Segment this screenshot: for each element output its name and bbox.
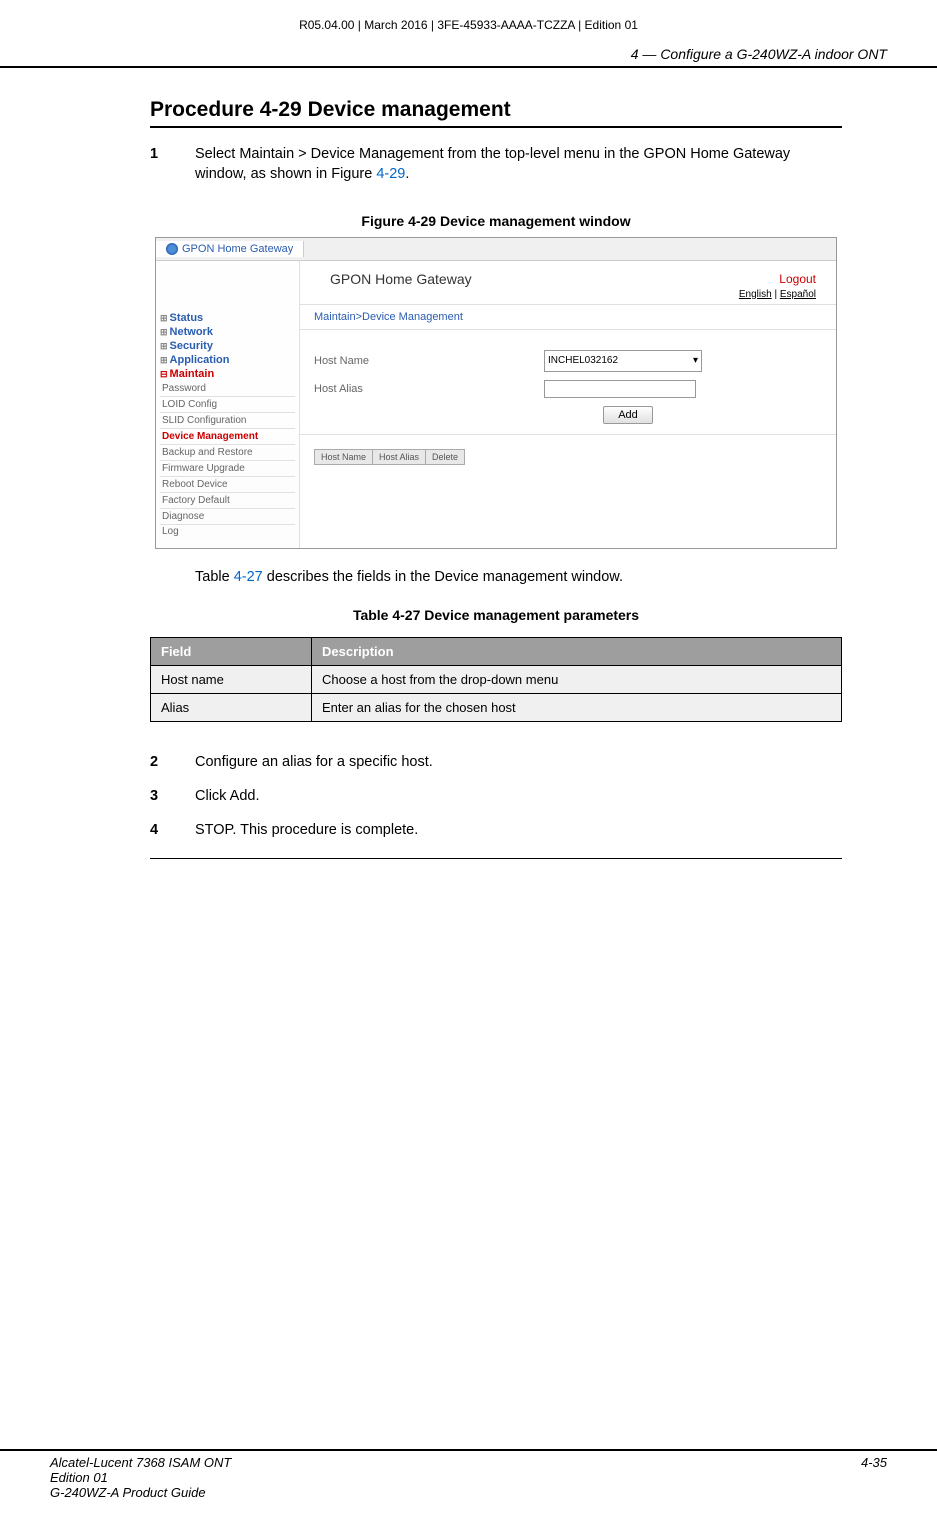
table-link[interactable]: 4-27 [234,569,263,585]
step-text: Configure an alias for a specific host. [195,752,842,772]
page-number: 4-35 [861,1455,887,1500]
step-text: Click Add. [195,786,842,806]
sidebar-sub-loid[interactable]: LOID Config [160,397,295,413]
lang-spanish[interactable]: Español [780,289,816,300]
sidebar-sub-log[interactable]: Log [160,525,295,538]
table-row: Host name Choose a host from the drop-do… [151,665,842,693]
figure-link[interactable]: 4-29 [376,166,405,182]
breadcrumb: Maintain>Device Management [300,305,836,330]
footer-line2: Edition 01 [50,1470,231,1485]
sidebar-sub-slid[interactable]: SLID Configuration [160,413,295,429]
step-number: 4 [150,820,195,840]
table-row: Alias Enter an alias for the chosen host [151,693,842,721]
col-delete: Delete [426,449,465,464]
sidebar-sub-reboot[interactable]: Reboot Device [160,477,295,493]
end-rule [150,858,842,859]
browser-tab[interactable]: GPON Home Gateway [156,241,304,257]
figure-caption: Figure 4-29 Device management window [150,213,842,229]
sidebar-sub-password[interactable]: Password [160,381,295,397]
step-number: 1 [150,144,195,185]
chapter-title: 4 — Configure a G-240WZ-A indoor ONT [0,40,937,68]
th-field: Field [151,637,312,665]
step-number: 2 [150,752,195,772]
sidebar-item-network[interactable]: ⊞Network [160,325,295,339]
doc-header: R05.04.00 | March 2016 | 3FE-45933-AAAA-… [0,0,937,40]
table-intro-text: Table 4-27 describes the fields in the D… [195,569,842,585]
th-description: Description [312,637,842,665]
logout-link[interactable]: Logout [779,272,816,286]
step-number: 3 [150,786,195,806]
chevron-down-icon: ▾ [693,355,698,366]
screenshot-figure: GPON Home Gateway ⊞Status ⊞Network ⊞Secu… [155,237,837,549]
sidebar-sub-backup[interactable]: Backup and Restore [160,445,295,461]
lang-english[interactable]: English [739,289,772,300]
sidebar-item-status[interactable]: ⊞Status [160,311,295,325]
sidebar-item-security[interactable]: ⊞Security [160,339,295,353]
sidebar-sub-factory[interactable]: Factory Default [160,493,295,509]
parameters-table: Field Description Host name Choose a hos… [150,637,842,722]
plus-icon: ⊞ [160,355,168,365]
step-text: STOP. This procedure is complete. [195,820,842,840]
app-title: GPON Home Gateway [330,271,472,287]
sidebar: ⊞Status ⊞Network ⊞Security ⊞Application … [156,261,300,548]
hostname-label: Host Name [314,355,544,367]
minus-icon: ⊟ [160,369,168,379]
sidebar-sub-device-management[interactable]: Device Management [160,429,295,445]
hostalias-input[interactable] [544,380,696,398]
footer-line1: Alcatel-Lucent 7368 ISAM ONT [50,1455,231,1470]
table-caption: Table 4-27 Device management parameters [150,607,842,623]
hostalias-label: Host Alias [314,383,544,395]
procedure-heading: Procedure 4-29 Device management [150,98,842,128]
plus-icon: ⊞ [160,327,168,337]
sidebar-sub-firmware[interactable]: Firmware Upgrade [160,461,295,477]
plus-icon: ⊞ [160,313,168,323]
sidebar-item-maintain[interactable]: ⊟Maintain [160,367,295,381]
col-hostname: Host Name [315,449,373,464]
page-footer: Alcatel-Lucent 7368 ISAM ONT Edition 01 … [0,1449,937,1520]
add-button[interactable]: Add [603,406,653,424]
hostname-select[interactable]: INCHEL032162 ▾ [544,350,702,372]
col-hostalias: Host Alias [373,449,426,464]
footer-line3: G-240WZ-A Product Guide [50,1485,231,1500]
alias-table: Host Name Host Alias Delete [314,449,465,465]
sidebar-item-application[interactable]: ⊞Application [160,353,295,367]
plus-icon: ⊞ [160,341,168,351]
step-text: Select Maintain > Device Management from… [195,144,842,185]
browser-icon [166,243,178,255]
language-selector: English | Español [300,289,836,305]
sidebar-sub-diagnose[interactable]: Diagnose [160,509,295,525]
